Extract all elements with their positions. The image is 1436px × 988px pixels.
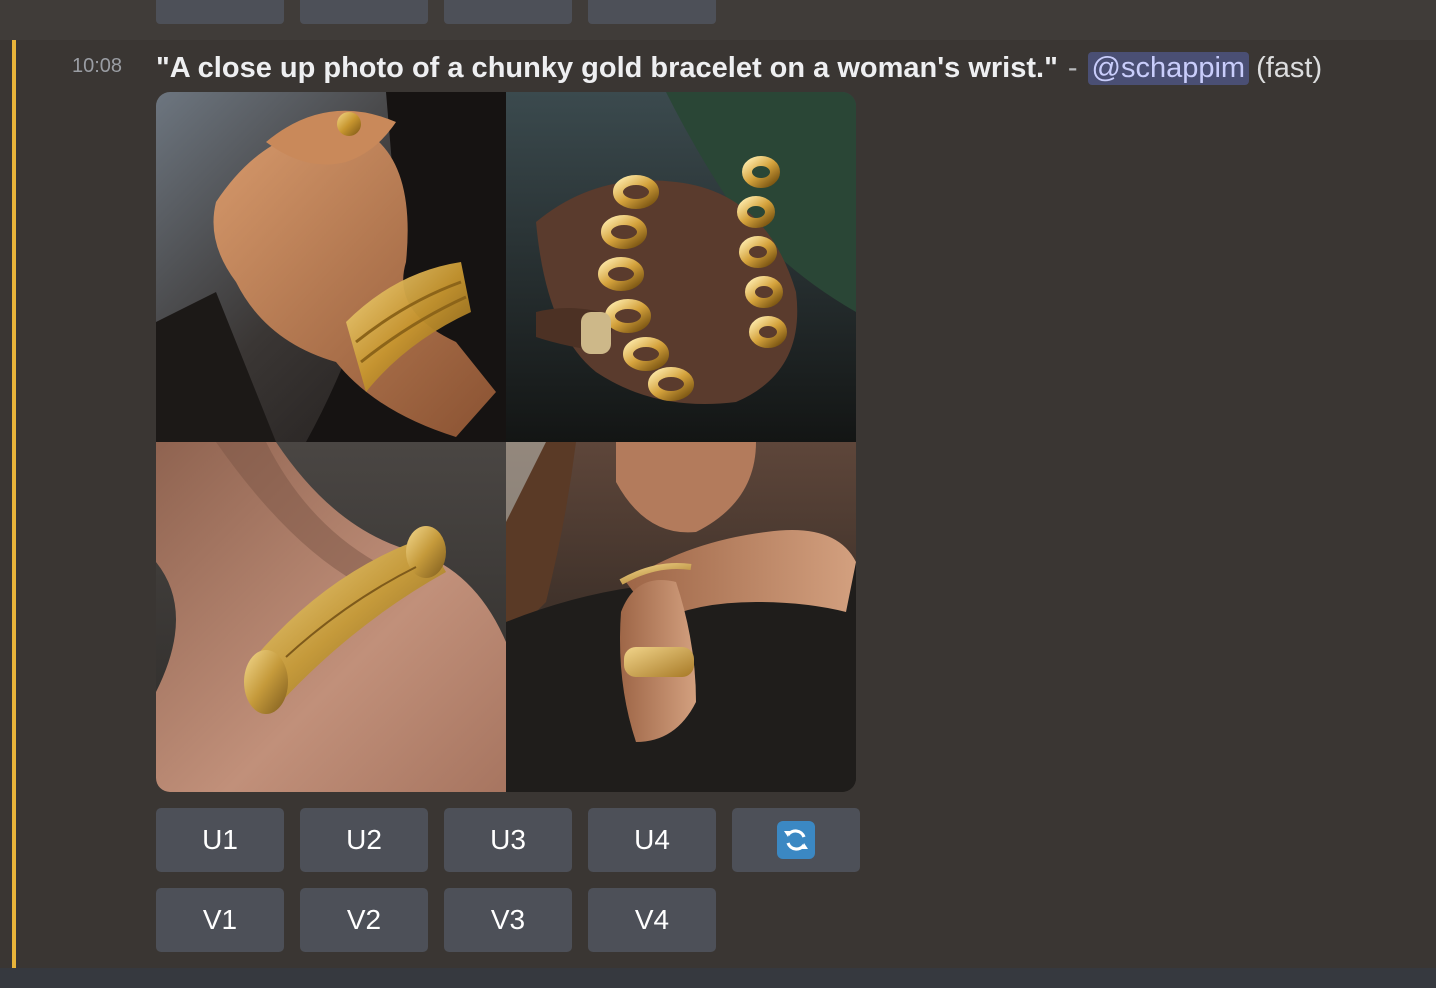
grid-image-4[interactable] [506,442,856,792]
variation-button-3[interactable]: V3 [444,888,572,952]
photo-icon [156,442,506,792]
photo-icon [156,92,506,442]
previous-button[interactable] [588,0,716,24]
separator: - [1067,51,1078,84]
variation-button-2[interactable]: V2 [300,888,428,952]
previous-message-buttons [156,0,716,24]
message-content: "A close up photo of a chunky gold brace… [156,48,1322,88]
upscale-button-2[interactable]: U2 [300,808,428,872]
previous-button[interactable] [156,0,284,24]
reroll-button[interactable] [732,808,860,872]
previous-button[interactable] [300,0,428,24]
variation-button-row: V1 V2 V3 V4 [156,888,716,952]
upscale-button-row: U1 U2 U3 U4 [156,808,860,872]
upscale-button-3[interactable]: U3 [444,808,572,872]
variation-button-4[interactable]: V4 [588,888,716,952]
upscale-button-4[interactable]: U4 [588,808,716,872]
refresh-icon [777,821,815,859]
upscale-button-1[interactable]: U1 [156,808,284,872]
grid-image-1[interactable] [156,92,506,442]
grid-image-3[interactable] [156,442,506,792]
photo-icon [506,92,856,442]
photo-icon [506,442,856,792]
message-timestamp[interactable]: 10:08 [72,55,122,78]
grid-image-2[interactable] [506,92,856,442]
mention-highlight-bar [12,40,16,968]
generation-mode: (fast) [1256,51,1323,84]
prompt-text: "A close up photo of a chunky gold brace… [156,51,1058,84]
chat-viewport: 10:08 "A close up photo of a chunky gold… [0,0,1436,988]
image-grid[interactable] [156,92,856,792]
previous-button[interactable] [444,0,572,24]
user-mention[interactable]: @schappim [1087,51,1250,85]
variation-button-1[interactable]: V1 [156,888,284,952]
message-divider [0,968,1436,988]
